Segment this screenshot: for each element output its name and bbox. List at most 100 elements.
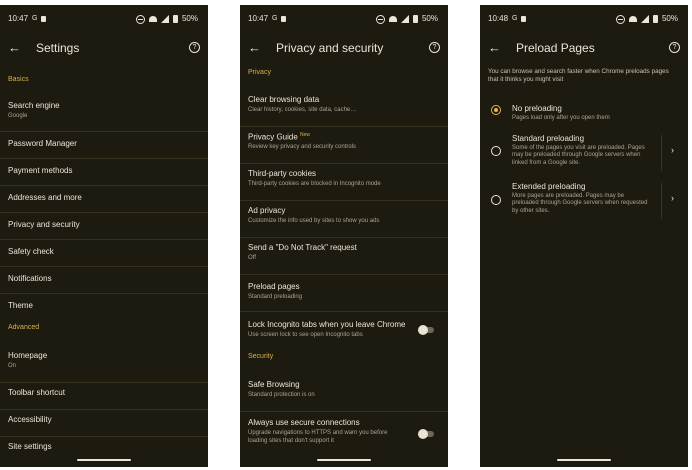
settings-item-homepage[interactable]: Homepage On: [0, 343, 208, 383]
option-title: Extended preloading: [512, 182, 586, 191]
item-title: Clear browsing data: [248, 95, 320, 104]
item-title: Safe Browsing: [248, 380, 300, 389]
notification-icon: [521, 16, 527, 22]
item-title: Ad privacy: [248, 206, 286, 215]
status-bar: 10:47 G 50%: [248, 13, 438, 25]
settings-screen: 10:47 G 50% ← Settings ? Basics Search e…: [0, 5, 208, 467]
battery-level: 50%: [181, 14, 198, 23]
item-title: Lock Incognito tabs when you leave Chrom…: [248, 320, 406, 329]
back-arrow-icon[interactable]: ←: [488, 39, 501, 57]
gesture-nav-bar[interactable]: [77, 459, 131, 461]
settings-item-accessibility[interactable]: Accessibility: [0, 409, 208, 437]
chevron-right-icon[interactable]: ›: [671, 193, 674, 203]
privacy-item-third-party-cookies[interactable]: Third-party cookies Third-party cookies …: [240, 163, 448, 201]
radio-unselected-icon[interactable]: [491, 195, 501, 205]
status-bar: 10:48 G 50%: [488, 13, 678, 25]
battery-icon: [412, 15, 418, 23]
item-subtitle: Third-party cookies are blocked in Incog…: [248, 181, 381, 187]
privacy-item-do-not-track[interactable]: Send a "Do Not Track" request Off: [240, 237, 448, 275]
item-title: Accessibility: [8, 415, 52, 424]
chevron-right-icon[interactable]: ›: [671, 145, 674, 155]
item-subtitle: Upgrade navigations to HTTPS and warn yo…: [248, 430, 388, 444]
option-title: Standard preloading: [512, 134, 585, 143]
settings-item-addresses[interactable]: Addresses and more: [0, 185, 208, 213]
item-title: Third-party cookies: [248, 169, 317, 178]
secure-connections-toggle[interactable]: [418, 429, 434, 439]
app-bar: ← Preload Pages ?: [480, 35, 688, 63]
status-time: 10:48: [488, 14, 509, 23]
back-arrow-icon[interactable]: ←: [8, 39, 21, 57]
notification-icon: [41, 16, 47, 22]
option-subtitle: Some of the pages you visit are preloade…: [512, 145, 645, 166]
app-bar: ← Privacy and security ?: [240, 35, 448, 63]
item-subtitle: Clear history, cookies, site data, cache…: [248, 107, 357, 113]
status-time: 10:47: [8, 14, 29, 23]
privacy-item-clear-browsing-data[interactable]: Clear browsing data Clear history, cooki…: [240, 89, 448, 127]
section-header-security: Security: [248, 353, 274, 360]
settings-item-toolbar-shortcut[interactable]: Toolbar shortcut: [0, 382, 208, 410]
privacy-item-privacy-guide[interactable]: Privacy Guide New Review key privacy and…: [240, 126, 448, 164]
option-divider: [661, 135, 662, 171]
item-subtitle: Use screen lock to see open Incognito ta…: [248, 332, 363, 338]
settings-item-safety-check[interactable]: Safety check: [0, 239, 208, 267]
radio-selected-icon[interactable]: [491, 105, 501, 115]
help-icon[interactable]: ?: [669, 42, 680, 53]
help-icon[interactable]: ?: [429, 42, 440, 53]
battery-icon: [652, 15, 658, 23]
item-title: Homepage: [8, 351, 48, 360]
section-header-privacy: Privacy: [248, 69, 271, 76]
battery-level: 50%: [421, 14, 438, 23]
status-time: 10:47: [248, 14, 269, 23]
settings-item-search-engine[interactable]: Search engine Google: [0, 93, 208, 132]
settings-item-payment-methods[interactable]: Payment methods: [0, 158, 208, 186]
item-title: Theme: [8, 301, 33, 310]
privacy-item-secure-connections[interactable]: Always use secure connections Upgrade na…: [240, 411, 448, 457]
privacy-item-ad-privacy[interactable]: Ad privacy Customize the info used by si…: [240, 200, 448, 238]
google-status-icon: G: [32, 15, 38, 22]
gesture-nav-bar[interactable]: [317, 459, 371, 461]
lock-incognito-toggle[interactable]: [418, 325, 434, 335]
page-title: Settings: [36, 41, 80, 55]
app-bar: ← Settings ?: [0, 35, 208, 63]
settings-item-notifications[interactable]: Notifications: [0, 266, 208, 294]
item-subtitle: On: [8, 363, 17, 369]
notification-icon: [281, 16, 287, 22]
preload-option-extended[interactable]: Extended preloading More pages are prelo…: [480, 179, 688, 223]
item-subtitle: Standard preloading: [248, 294, 303, 300]
dnd-icon: [135, 14, 145, 24]
radio-unselected-icon[interactable]: [491, 146, 501, 156]
gesture-nav-bar[interactable]: [557, 459, 611, 461]
privacy-item-preload-pages[interactable]: Preload pages Standard preloading: [240, 274, 448, 312]
new-badge: New: [300, 132, 311, 138]
page-title: Privacy and security: [276, 41, 384, 55]
wifi-icon: [628, 16, 637, 22]
settings-item-site-settings[interactable]: Site settings: [0, 436, 208, 460]
back-arrow-icon[interactable]: ←: [248, 39, 261, 57]
privacy-security-screen: 10:47 G 50% ← Privacy and security ? Pri…: [240, 5, 448, 467]
signal-icon: [160, 15, 169, 23]
option-divider: [661, 183, 662, 219]
item-title: Safety check: [8, 247, 54, 256]
settings-item-theme[interactable]: Theme: [0, 293, 208, 320]
item-title: Addresses and more: [8, 193, 82, 202]
google-status-icon: G: [512, 15, 518, 22]
item-title: Search engine: [8, 101, 60, 110]
item-title: Always use secure connections: [248, 418, 360, 427]
option-subtitle: Pages load only after you open them: [512, 115, 610, 121]
settings-item-password-manager[interactable]: Password Manager: [0, 131, 208, 159]
item-title: Site settings: [8, 442, 52, 451]
help-icon[interactable]: ?: [189, 42, 200, 53]
signal-icon: [640, 15, 649, 23]
google-status-icon: G: [272, 15, 278, 22]
preload-option-none[interactable]: No preloading Pages load only after you …: [480, 100, 688, 128]
preload-description: You can browse and search faster when Ch…: [488, 68, 669, 83]
settings-item-privacy-security[interactable]: Privacy and security: [0, 212, 208, 240]
item-subtitle: Standard protection is on: [248, 392, 315, 398]
status-bar: 10:47 G 50%: [8, 13, 198, 25]
privacy-item-safe-browsing[interactable]: Safe Browsing Standard protection is on: [240, 373, 448, 412]
signal-icon: [400, 15, 409, 23]
privacy-item-lock-incognito[interactable]: Lock Incognito tabs when you leave Chrom…: [240, 311, 448, 348]
wifi-icon: [388, 16, 397, 22]
preload-option-standard[interactable]: Standard preloading Some of the pages yo…: [480, 131, 688, 175]
option-subtitle: More pages are preloaded. Pages may be p…: [512, 193, 648, 214]
